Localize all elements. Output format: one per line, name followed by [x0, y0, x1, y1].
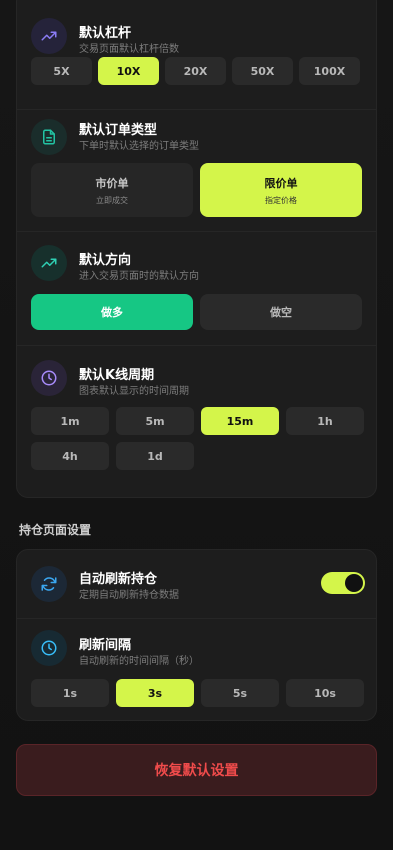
direction-option[interactable]: 做空	[200, 294, 362, 330]
order-type-option-label: 限价单	[264, 176, 298, 190]
settings-page: 默认杠杆 交易页面默认杠杆倍数 5X 10X 20X 50X 100X 默认订单类型 下…	[0, 0, 393, 850]
direction-title: 默认方向	[79, 253, 132, 268]
leverage-section: 默认杠杆 交易页面默认杠杆倍数 5X 10X 20X 50X 100X	[17, 0, 376, 110]
clock-icon	[31, 360, 67, 396]
leverage-option[interactable]: 20X	[165, 57, 226, 85]
kline-section: 默认K线周期 图表默认显示的时间周期 1m 5m 15m 1h 4h 1d	[17, 345, 376, 495]
kline-option[interactable]: 1d	[116, 442, 194, 470]
order-type-section: 默认订单类型 下单时默认选择的订单类型 市价单 立即成交 限价单 指定价格	[17, 109, 376, 232]
direction-desc: 进入交易页面时的默认方向	[79, 271, 199, 282]
kline-option[interactable]: 5m	[116, 407, 194, 435]
clock-icon	[31, 630, 67, 666]
document-icon	[31, 119, 67, 155]
auto-refresh-section: 自动刷新持仓 定期自动刷新持仓数据	[17, 550, 376, 619]
refresh-interval-title: 刷新间隔	[79, 638, 132, 653]
order-type-option[interactable]: 市价单 立即成交	[31, 163, 193, 217]
refresh-interval-option[interactable]: 10s	[286, 679, 364, 707]
auto-refresh-toggle[interactable]	[321, 572, 365, 594]
trend-up-icon	[31, 18, 67, 54]
leverage-option[interactable]: 50X	[232, 57, 293, 85]
order-type-option-sublabel: 立即成交	[96, 195, 128, 205]
position-settings-card: 自动刷新持仓 定期自动刷新持仓数据 刷新间隔 自动刷新的时间间隔（秒） 1s 3s…	[16, 549, 377, 721]
refresh-interval-option[interactable]: 5s	[201, 679, 279, 707]
order-type-option[interactable]: 限价单 指定价格	[200, 163, 362, 217]
kline-desc: 图表默认显示的时间周期	[79, 386, 189, 397]
refresh-icon	[31, 566, 67, 602]
leverage-option[interactable]: 100X	[299, 57, 360, 85]
trend-up-icon	[31, 245, 67, 281]
refresh-interval-section: 刷新间隔 自动刷新的时间间隔（秒） 1s 3s 5s 10s	[17, 618, 376, 720]
trading-defaults-card: 默认杠杆 交易页面默认杠杆倍数 5X 10X 20X 50X 100X 默认订单类型 下…	[16, 0, 377, 498]
leverage-title: 默认杠杆	[79, 26, 132, 41]
kline-title: 默认K线周期	[79, 368, 155, 383]
leverage-option[interactable]: 5X	[31, 57, 92, 85]
order-type-option-sublabel: 指定价格	[265, 195, 297, 205]
direction-option[interactable]: 做多	[31, 294, 193, 330]
order-type-desc: 下单时默认选择的订单类型	[79, 141, 199, 152]
leverage-option[interactable]: 10X	[98, 57, 159, 85]
kline-option[interactable]: 1h	[286, 407, 364, 435]
kline-option[interactable]: 15m	[201, 407, 279, 435]
auto-refresh-title: 自动刷新持仓	[79, 572, 158, 587]
kline-option[interactable]: 1m	[31, 407, 109, 435]
toggle-knob	[345, 574, 363, 592]
reset-defaults-button[interactable]: 恢复默认设置	[16, 744, 377, 796]
leverage-desc: 交易页面默认杠杆倍数	[79, 44, 179, 55]
direction-section: 默认方向 进入交易页面时的默认方向 做多 做空	[17, 231, 376, 346]
order-type-title: 默认订单类型	[79, 123, 158, 138]
kline-option[interactable]: 4h	[31, 442, 109, 470]
refresh-interval-option[interactable]: 1s	[31, 679, 109, 707]
position-settings-header: 持仓页面设置	[19, 523, 92, 537]
auto-refresh-desc: 定期自动刷新持仓数据	[79, 590, 179, 601]
order-type-option-label: 市价单	[95, 176, 129, 190]
refresh-interval-option[interactable]: 3s	[116, 679, 194, 707]
refresh-interval-desc: 自动刷新的时间间隔（秒）	[79, 656, 199, 667]
